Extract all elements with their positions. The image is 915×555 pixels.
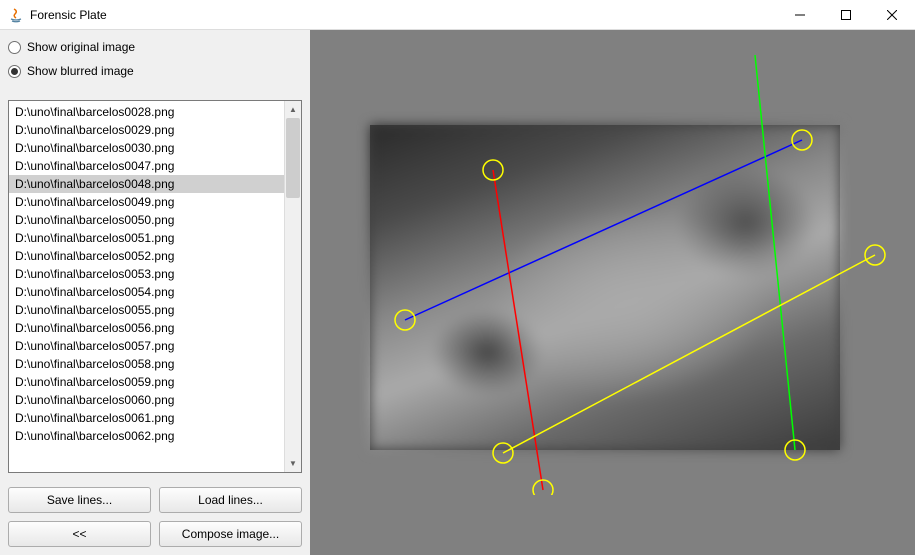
list-item[interactable]: D:\uno\final\barcelos0061.png [9, 409, 284, 427]
java-icon [8, 7, 24, 23]
scroll-down-icon[interactable]: ▼ [285, 455, 301, 472]
list-item[interactable]: D:\uno\final\barcelos0056.png [9, 319, 284, 337]
list-item[interactable]: D:\uno\final\barcelos0053.png [9, 265, 284, 283]
radio-show-blurred[interactable]: Show blurred image [8, 64, 302, 78]
scroll-up-icon[interactable]: ▲ [285, 101, 301, 118]
list-item[interactable]: D:\uno\final\barcelos0059.png [9, 373, 284, 391]
back-button[interactable]: << [8, 521, 151, 547]
list-item[interactable]: D:\uno\final\barcelos0062.png [9, 427, 284, 445]
list-item[interactable]: D:\uno\final\barcelos0051.png [9, 229, 284, 247]
radio-label: Show original image [27, 40, 135, 54]
list-item[interactable]: D:\uno\final\barcelos0060.png [9, 391, 284, 409]
minimize-button[interactable] [777, 0, 823, 29]
titlebar: Forensic Plate [0, 0, 915, 30]
list-item[interactable]: D:\uno\final\barcelos0048.png [9, 175, 284, 193]
list-item[interactable]: D:\uno\final\barcelos0057.png [9, 337, 284, 355]
blurred-image [370, 125, 840, 450]
close-button[interactable] [869, 0, 915, 29]
maximize-button[interactable] [823, 0, 869, 29]
list-item[interactable]: D:\uno\final\barcelos0054.png [9, 283, 284, 301]
list-item[interactable]: D:\uno\final\barcelos0055.png [9, 301, 284, 319]
radio-icon [8, 41, 21, 54]
window-controls [777, 0, 915, 29]
scrollbar[interactable]: ▲ ▼ [284, 101, 301, 472]
radio-icon [8, 65, 21, 78]
list-item[interactable]: D:\uno\final\barcelos0028.png [9, 103, 284, 121]
radio-label: Show blurred image [27, 64, 134, 78]
image-viewport [310, 30, 915, 555]
file-list-container: D:\uno\final\barcelos0028.pngD:\uno\fina… [8, 100, 302, 473]
list-item[interactable]: D:\uno\final\barcelos0049.png [9, 193, 284, 211]
window-title: Forensic Plate [30, 8, 777, 22]
list-item[interactable]: D:\uno\final\barcelos0052.png [9, 247, 284, 265]
load-lines-button[interactable]: Load lines... [159, 487, 302, 513]
file-list[interactable]: D:\uno\final\barcelos0028.pngD:\uno\fina… [9, 101, 284, 472]
list-item[interactable]: D:\uno\final\barcelos0030.png [9, 139, 284, 157]
list-item[interactable]: D:\uno\final\barcelos0029.png [9, 121, 284, 139]
radio-show-original[interactable]: Show original image [8, 40, 302, 54]
image-canvas[interactable] [370, 125, 840, 450]
list-item[interactable]: D:\uno\final\barcelos0058.png [9, 355, 284, 373]
display-mode-radios: Show original image Show blurred image [8, 40, 302, 88]
list-item[interactable]: D:\uno\final\barcelos0047.png [9, 157, 284, 175]
save-lines-button[interactable]: Save lines... [8, 487, 151, 513]
scrollbar-thumb[interactable] [286, 118, 300, 198]
compose-image-button[interactable]: Compose image... [159, 521, 302, 547]
list-item[interactable]: D:\uno\final\barcelos0050.png [9, 211, 284, 229]
button-grid: Save lines... Load lines... << Compose i… [8, 487, 302, 547]
left-panel: Show original image Show blurred image D… [0, 30, 310, 555]
